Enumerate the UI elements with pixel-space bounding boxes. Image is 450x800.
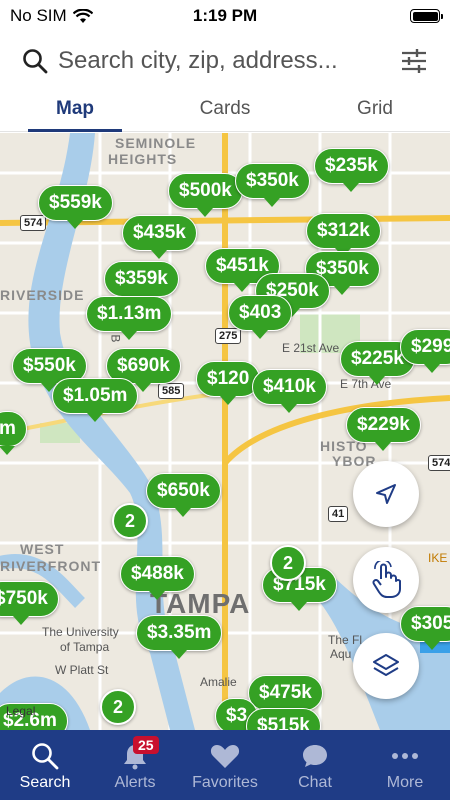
locate-me-button[interactable] [353,461,419,527]
nav-alerts[interactable]: 25 Alerts [90,730,180,800]
cluster-marker[interactable]: 2 [112,503,148,539]
price-pin[interactable]: $299 [400,329,450,373]
price-pin[interactable]: $229k [346,407,421,451]
price-pin[interactable]: $650k [146,473,221,517]
map-label: W Platt St [55,663,109,677]
map-label: The University [42,625,119,639]
nav-more[interactable]: More [360,730,450,800]
price-pin[interactable]: $435k [122,215,197,259]
tab-grid[interactable]: Grid [300,92,450,131]
alerts-badge: 25 [133,736,159,754]
map-layers-button[interactable] [353,633,419,699]
map-label: Aqu [330,647,352,661]
map-view[interactable]: SEMINOLE HEIGHTS RIVERSIDE WEST RIVERFRO… [0,133,450,730]
layers-icon [373,654,399,676]
price-pin[interactable]: $500k [168,173,243,217]
chat-bubble-icon [303,745,327,767]
highway-shield: 574 [428,455,450,471]
nav-chat-label: Chat [298,774,332,791]
map-label: HEIGHTS [108,151,178,167]
search-icon [32,743,59,770]
price-pin[interactable]: $488k [120,556,195,600]
clock: 1:19 PM [192,6,258,25]
more-dots-icon [392,753,418,759]
price-pin[interactable]: $1.13m [86,296,173,340]
search-icon [23,49,48,74]
nav-search-label: Search [19,774,71,791]
nav-search[interactable]: Search [0,730,90,800]
carrier-label: No SIM [10,6,67,25]
cluster-marker[interactable]: 2 [270,545,306,581]
price-pin[interactable]: $120 [196,361,261,405]
map-label: RIVERFRONT [0,558,101,574]
bottom-nav: Search 25 Alerts Favorites Chat More [0,730,450,800]
highway-shield: 585 [158,383,185,399]
price-pin[interactable]: $305 [400,606,450,650]
map-label: The Fl [328,633,363,647]
price-pin[interactable]: $515k [246,708,321,730]
price-pin[interactable]: $235k [314,148,389,192]
location-arrow-icon [376,484,396,504]
price-pin[interactable]: $410k [252,369,327,413]
nav-favorites[interactable]: Favorites [180,730,270,800]
price-pin[interactable]: $1.05m [52,378,139,422]
map-label: Amalie [200,675,237,689]
filter-sliders-icon[interactable] [400,47,428,75]
highway-shield: 275 [215,328,242,344]
map-label: IKE [428,551,448,565]
price-pin[interactable]: $750k [0,581,59,625]
wifi-icon [72,8,93,23]
draw-search-button[interactable] [353,547,419,613]
price-pin[interactable]: $475k [248,675,323,719]
battery-icon [410,9,443,23]
map-label: E 21st Ave [282,341,340,355]
map-label: RIVERSIDE [0,287,85,303]
status-bar: No SIM 1:19 PM [0,0,450,32]
map-label: SEMINOLE [115,135,197,151]
view-tabs: Map Cards Grid [0,92,450,132]
price-pin[interactable]: $559k [38,185,113,229]
tab-cards[interactable]: Cards [150,92,300,131]
hand-pointer-icon [372,561,401,598]
price-pin[interactable]: $3.35m [136,615,223,659]
nav-chat[interactable]: Chat [270,730,360,800]
nav-alerts-label: Alerts [114,774,156,791]
highway-shield: 574 [20,215,47,231]
search-input[interactable]: Search city, zip, address... [58,47,400,75]
map-label: of Tampa [60,640,110,654]
search-bar[interactable]: Search city, zip, address... [0,36,450,86]
legal-link[interactable]: Legal [6,704,35,718]
price-pin[interactable]: $359k [104,261,179,305]
price-pin[interactable]: $312k [306,213,381,257]
tab-map[interactable]: Map [0,92,150,132]
highway-shield: 41 [328,506,349,522]
heart-icon [210,745,240,768]
price-pin[interactable]: $403 [228,295,293,339]
cluster-marker[interactable]: 2 [100,689,136,725]
price-pin[interactable]: $350k [235,163,310,207]
nav-favorites-label: Favorites [192,774,258,791]
nav-more-label: More [386,774,424,791]
map-label: WEST [20,541,65,557]
